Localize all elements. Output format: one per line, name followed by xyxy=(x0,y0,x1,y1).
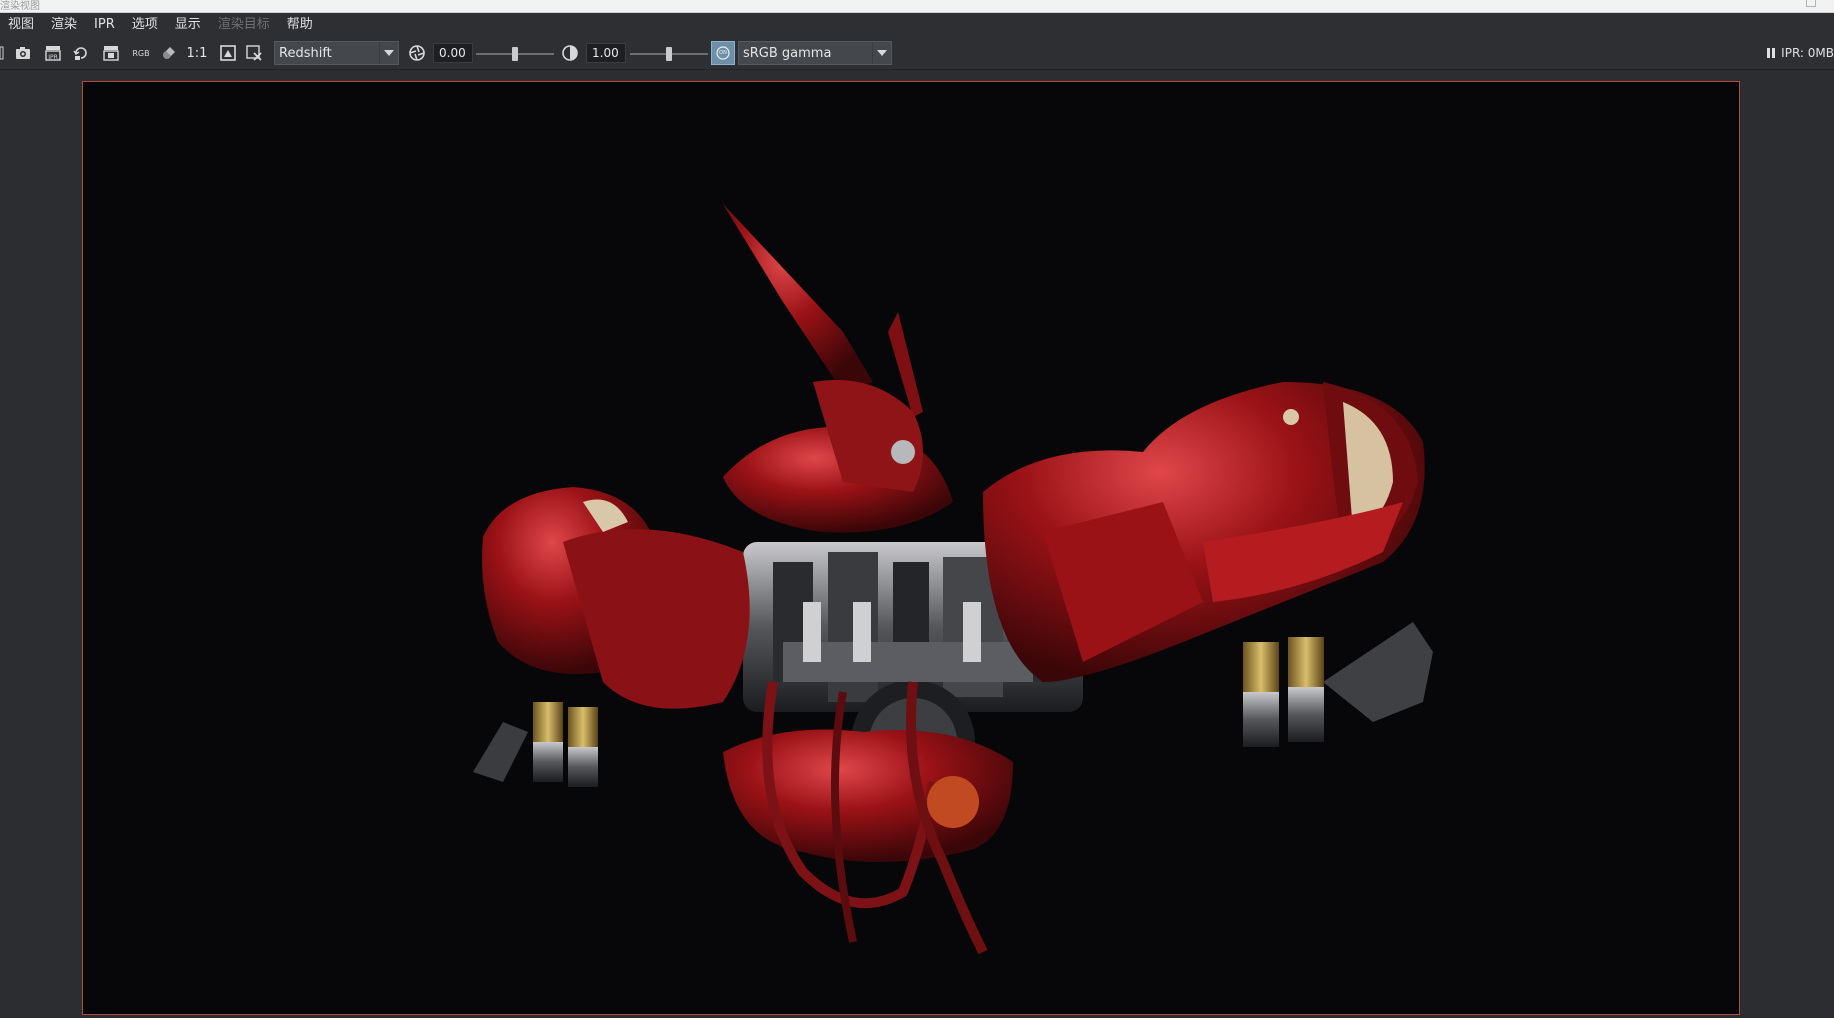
color-management-label: ON xyxy=(719,50,727,56)
view-transform-select[interactable]: sRGB gamma xyxy=(738,41,892,65)
zoom-one-to-one-button[interactable]: 1:1 xyxy=(186,42,208,64)
menu-render[interactable]: 渲染 xyxy=(43,13,86,37)
ipr-memory-label: IPR: 0MB xyxy=(1781,46,1834,60)
refresh-region-icon[interactable] xyxy=(71,42,91,64)
rgb-label: RGB xyxy=(132,48,150,58)
exposure-slider-thumb[interactable] xyxy=(512,47,518,61)
menu-bar: 视图 渲染 IPR 选项 显示 渲染目标 帮助 xyxy=(0,13,1834,37)
gamma-field[interactable]: 1.00 xyxy=(586,43,626,63)
mecha-head xyxy=(723,204,953,533)
toolbar-edge-icon[interactable] xyxy=(0,42,4,64)
ipr-status: IPR: 0MB xyxy=(1767,42,1834,64)
ipr-render-icon[interactable]: IPR xyxy=(43,42,63,64)
renderer-select-value: Redshift xyxy=(279,45,332,61)
chevron-down-icon xyxy=(872,42,891,64)
menu-display[interactable]: 显示 xyxy=(167,13,210,37)
window-titlebar: 渲染视图 xyxy=(0,0,1834,13)
mecha-left-arm xyxy=(473,487,750,787)
snapshot-icon[interactable] xyxy=(13,42,33,64)
renderer-select[interactable]: Redshift xyxy=(274,41,399,65)
menu-view[interactable]: 视图 xyxy=(0,13,43,37)
view-transform-value: sRGB gamma xyxy=(743,45,832,61)
gamma-slider[interactable] xyxy=(630,47,708,61)
fit-frame-icon[interactable] xyxy=(218,42,238,64)
gamma-icon xyxy=(560,42,580,64)
color-management-toggle[interactable]: ON xyxy=(711,41,735,65)
render-viewport xyxy=(0,70,1834,1018)
clear-region-icon[interactable] xyxy=(244,42,264,64)
restore-icon[interactable] xyxy=(1806,0,1816,7)
render-region-icon[interactable] xyxy=(101,42,121,64)
menu-ipr[interactable]: IPR xyxy=(86,13,124,37)
menu-help[interactable]: 帮助 xyxy=(279,13,322,37)
svg-text:IPR: IPR xyxy=(48,54,58,61)
render-toolbar: IPR RGB 1:1 Redshift 0.00 1.00 ON sRGB g… xyxy=(0,37,1834,70)
zoom-label: 1:1 xyxy=(186,45,208,61)
rgb-channel-icon[interactable]: RGB xyxy=(131,42,151,64)
chevron-down-icon xyxy=(379,42,398,64)
gamma-slider-thumb[interactable] xyxy=(666,47,672,61)
exposure-icon xyxy=(407,42,427,64)
render-frame[interactable] xyxy=(82,81,1740,1015)
window-title: 渲染视图 xyxy=(0,1,40,12)
menu-render-target: 渲染目标 xyxy=(217,17,270,32)
swatch-icon[interactable] xyxy=(159,42,179,64)
exposure-slider[interactable] xyxy=(476,47,554,61)
menu-options[interactable]: 选项 xyxy=(124,13,167,37)
exposure-field[interactable]: 0.00 xyxy=(433,43,473,63)
rendered-mecha-image xyxy=(473,204,1433,955)
pause-icon[interactable] xyxy=(1767,48,1776,58)
